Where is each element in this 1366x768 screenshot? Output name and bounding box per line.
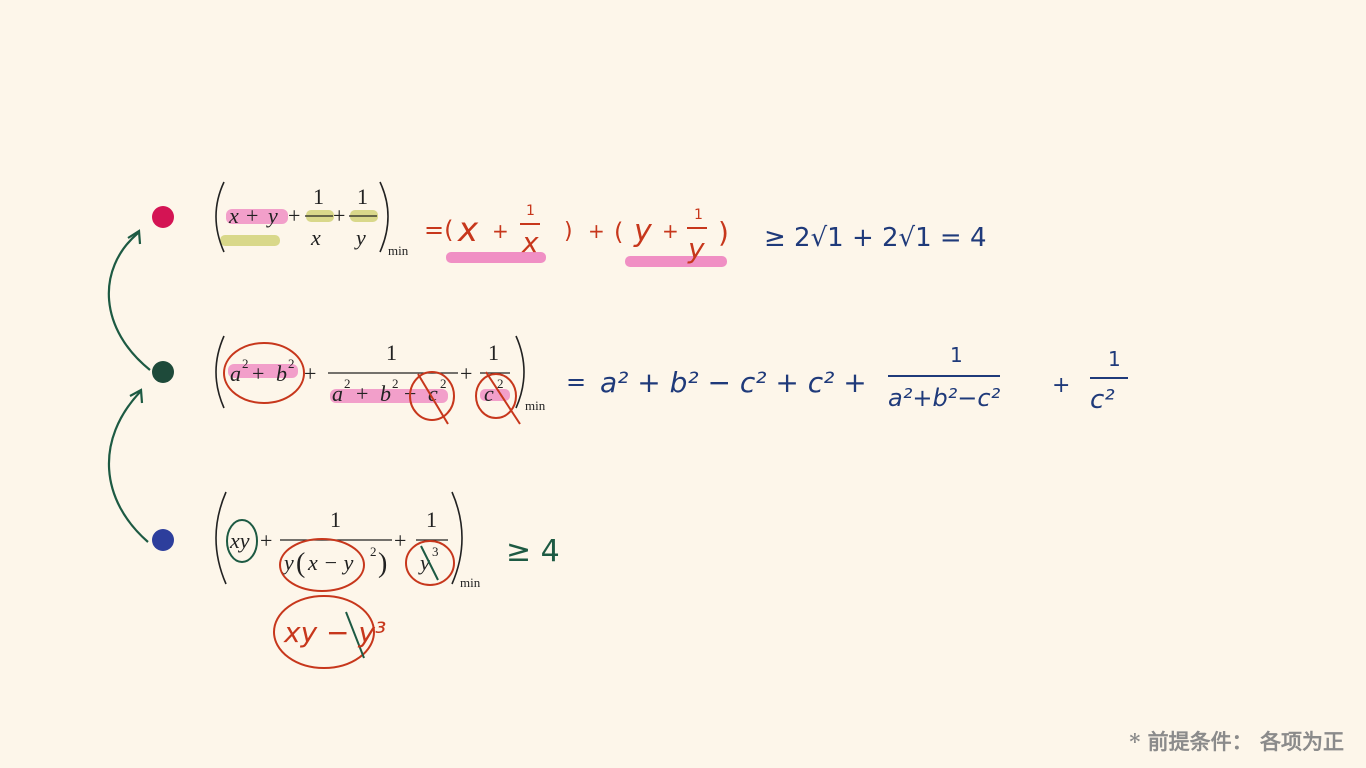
row2-b: b: [276, 361, 287, 386]
row1-frac2-num: 1: [357, 184, 368, 209]
row1-hand-eq: =(: [424, 216, 453, 244]
row2-frac2-num: 1: [488, 340, 499, 365]
row1-hand-y-den: y: [687, 232, 705, 265]
row3-hand-rhs: ≥ 4: [506, 534, 560, 569]
arrow-row2-to-row1: [107, 232, 151, 371]
row3-den-inner: x − y: [307, 550, 354, 575]
row2-hand-plus: +: [1052, 373, 1070, 398]
row1-hand-x-den: x: [521, 226, 539, 259]
row3-den-open: (: [296, 548, 305, 579]
bullet-row1: [152, 206, 174, 228]
row2-hand-den1: a²+b²−c²: [888, 384, 1001, 412]
row2-hand-one-b: 1: [1108, 347, 1121, 371]
row1-min: min: [388, 243, 409, 258]
row1-plus-c: +: [333, 203, 345, 228]
arrow-row3-to-row2: [108, 391, 149, 543]
row2-hand-eq: =: [566, 368, 586, 396]
row3-den-close: ): [378, 548, 387, 579]
row2-hand-den2: c²: [1090, 385, 1115, 415]
row2-frac2-den: c: [484, 381, 494, 406]
row1-hand-highlight-b: [625, 256, 727, 267]
row1-hand-x: x: [457, 210, 479, 250]
row2-plus-b: +: [304, 361, 316, 386]
row3-den-sq: 2: [370, 544, 377, 559]
svg-text:x: x: [228, 203, 239, 228]
row3-frac2-num: 1: [426, 507, 437, 532]
row1-formula: x + y + 1 x + 1 y min: [215, 181, 409, 258]
row2-b-sq: 2: [288, 356, 295, 371]
row1-highlight-olive-under: [220, 235, 280, 246]
row1-frac1-num: 1: [313, 184, 324, 209]
row2-den-a-sq: 2: [344, 376, 351, 391]
row2-den-a: a: [332, 381, 343, 406]
row1-plus-b: +: [288, 203, 300, 228]
row3-formula: xy + 1 y ( x − y 2 ) + 1 y 3 min: [215, 491, 481, 590]
row2-a: a: [230, 361, 241, 386]
row1-hand-close-b: ): [718, 216, 729, 249]
row2-den-b-sq: 2: [392, 376, 399, 391]
row3-xy: xy: [229, 528, 250, 553]
row2-den-plus: +: [356, 381, 368, 406]
row2-right-paren: [515, 335, 525, 409]
row2-hand-expr: a² + b² − c² + c² +: [600, 366, 867, 399]
row1-frac1-den: x: [310, 225, 321, 250]
row2-den-b: b: [380, 381, 391, 406]
row2-hand-one: 1: [950, 343, 963, 367]
row2-handwriting: = a² + b² − c² + c² + 1 a²+b²−c² + 1 c²: [566, 343, 1128, 415]
row1-hand-one-a: 1: [526, 203, 535, 219]
row1-hand-plus-a: +: [492, 219, 509, 243]
row1-hand-one-b: 1: [694, 207, 703, 223]
row3-plus-a: +: [260, 528, 272, 553]
row2-plus-c: +: [460, 361, 472, 386]
row1-hand-plus-b: +: [588, 219, 605, 243]
row3-frac1-num: 1: [330, 507, 341, 532]
row3-left-paren: [215, 491, 227, 585]
row2-plus-a: +: [252, 361, 264, 386]
row3-plus-b: +: [394, 528, 406, 553]
whiteboard-canvas: x + y + 1 x + 1 y min =( x + 1 x ) + ( y…: [107, 181, 1128, 669]
row2-a-sq: 2: [242, 356, 249, 371]
svg-text:y: y: [266, 203, 278, 228]
row1-hand-y: y: [633, 214, 653, 249]
row1-hand-plus-c: +: [662, 219, 679, 243]
row2-left-paren: [215, 335, 225, 409]
bullet-row2: [152, 361, 174, 383]
row2-min: min: [525, 398, 546, 413]
row1-var-y: y: [266, 203, 278, 228]
row2-annotations: [223, 342, 521, 425]
row1-hand-close-a: ): [564, 219, 573, 244]
connector-arrows: [107, 229, 151, 543]
row2-frac1-num: 1: [386, 340, 397, 365]
row3-hand-below: xy − y³: [283, 616, 386, 649]
row1-frac2-den: y: [354, 225, 366, 250]
footnote-premise: * 前提条件： 各项为正: [1129, 729, 1344, 754]
row1-right-paren: [379, 181, 389, 253]
row1-hand-rhs: ≥ 2√1 + 2√1 = 4: [764, 223, 987, 253]
row1-handwriting: =( x + 1 x ) + ( y + 1 y ) ≥ 2√1 + 2√1 =…: [424, 203, 987, 267]
bullet-row3: [152, 529, 174, 551]
row3-min: min: [460, 575, 481, 590]
row1-hand-open-b: (: [614, 218, 623, 246]
row1-var-x: x: [228, 203, 239, 228]
row3-frac2-cube: 3: [432, 544, 439, 559]
row1-plus-a: +: [246, 203, 258, 228]
